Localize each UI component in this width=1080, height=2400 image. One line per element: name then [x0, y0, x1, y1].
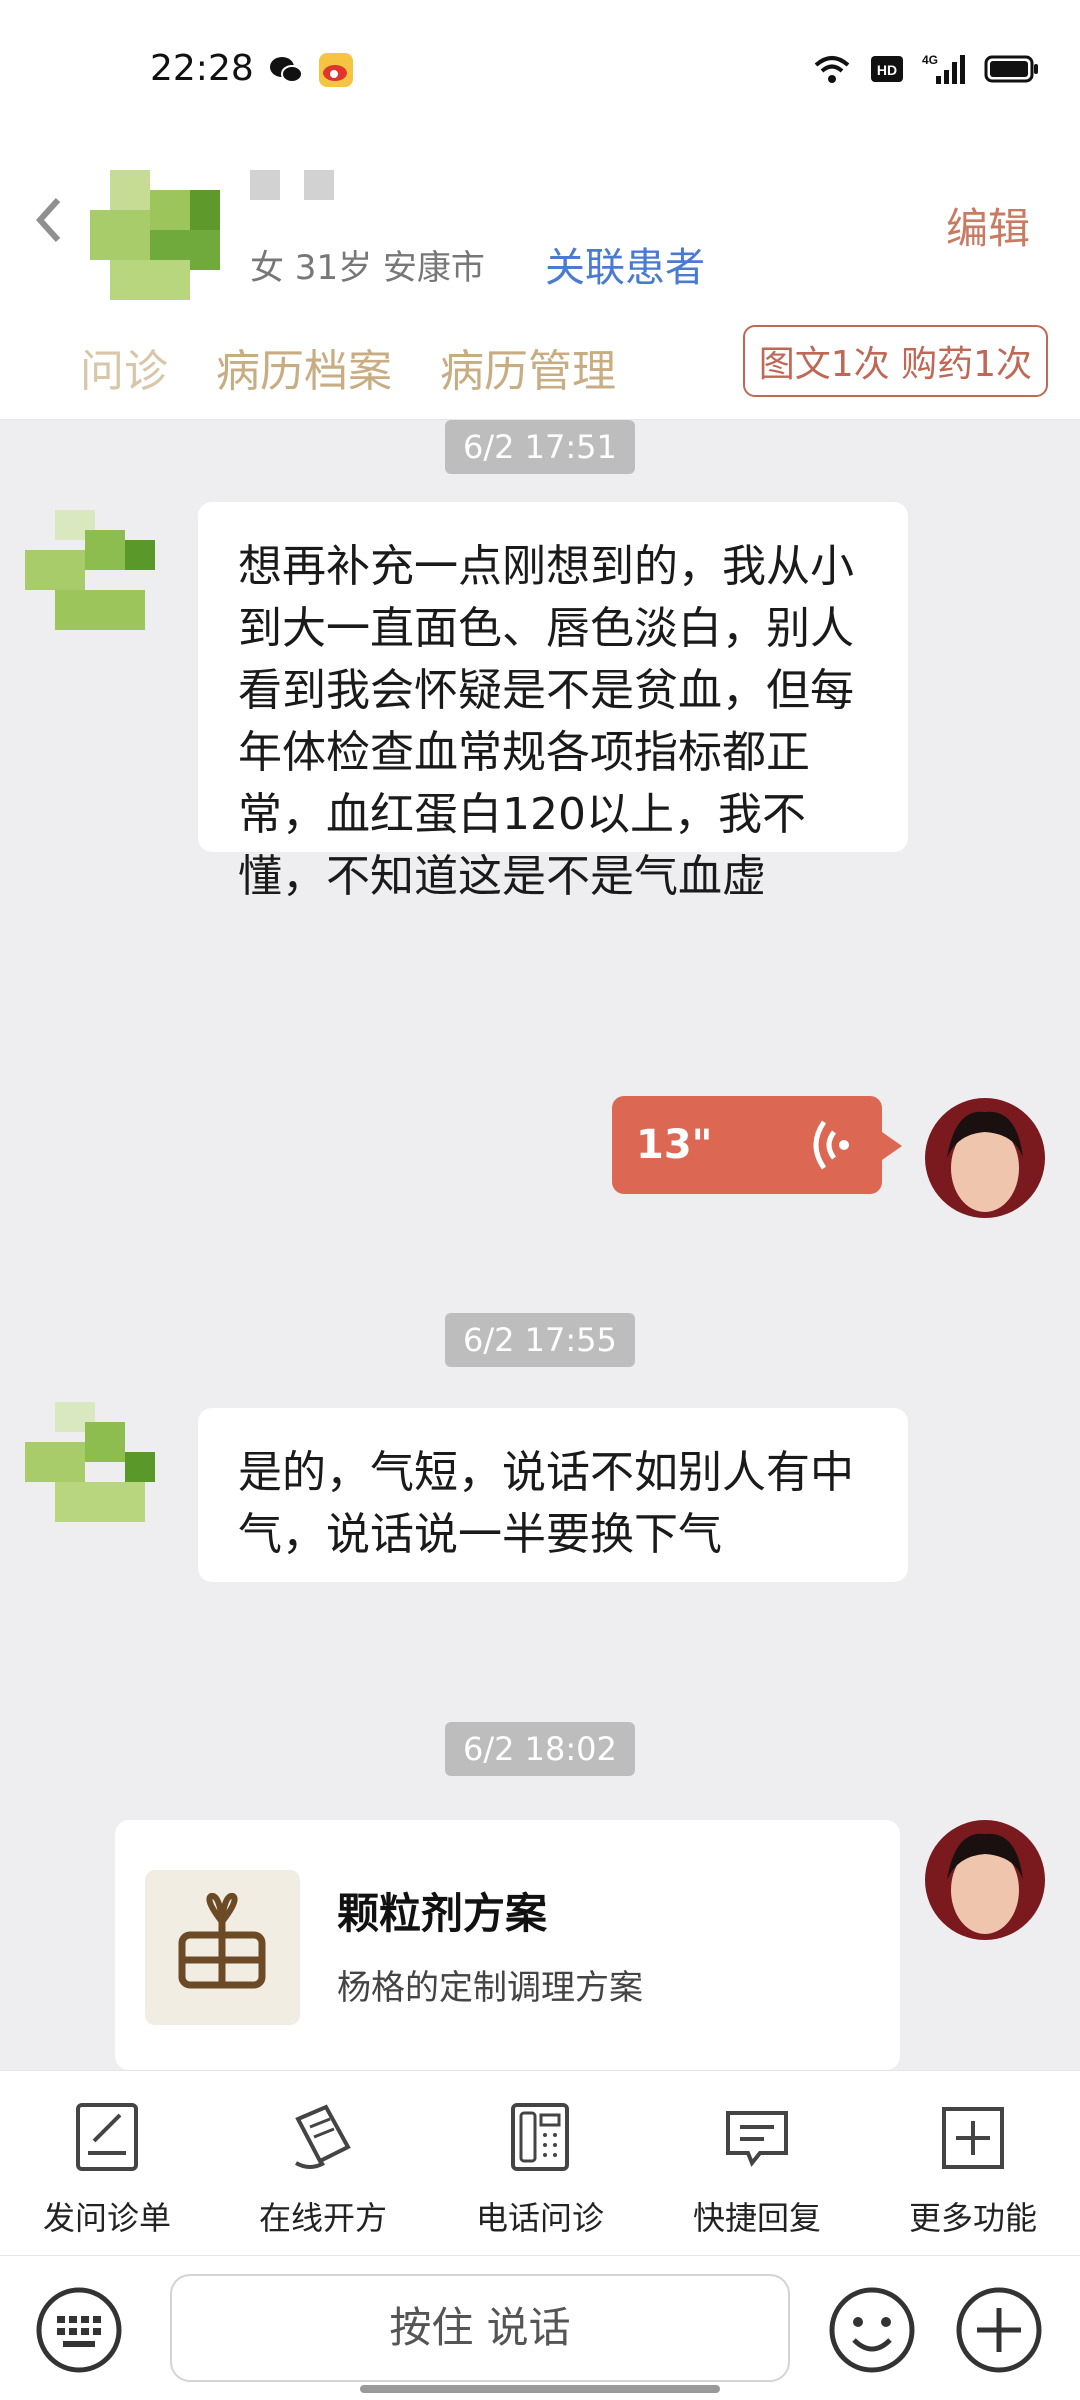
signal-icon: 4G: [922, 53, 965, 84]
function-toolbar: 发问诊单 在线开方 电话问诊 快捷回复 更多功能: [0, 2070, 1080, 2255]
quick-reply-icon: [726, 2111, 788, 2167]
tab-consult-label: 问诊: [80, 346, 168, 397]
network-label: 4G: [922, 53, 938, 67]
hd-icon: HD: [871, 56, 903, 82]
edit-button[interactable]: 编辑: [946, 195, 1030, 256]
patient-message-avatar[interactable]: [25, 1402, 165, 1542]
tab-record-management[interactable]: 病历管理: [440, 335, 616, 399]
svg-text:HD: HD: [877, 62, 897, 78]
message-bubble: 是的，气短，说话不如别人有中气，说话说一半要换下气: [198, 1408, 908, 1582]
link-patient-button[interactable]: 关联患者: [545, 235, 705, 293]
timestamp: 6/2 17:55: [445, 1313, 635, 1367]
voice-duration: 13": [636, 1122, 713, 1168]
tab-medical-record[interactable]: 病历档案: [216, 335, 392, 399]
message-text: 想再补充一点刚想到的，我从小到大一直面色、唇色淡白，别人看到我会怀疑是不是贫血，…: [238, 541, 854, 902]
tool-label: 在线开方: [258, 2199, 387, 2237]
online-prescription-button[interactable]: 在线开方: [243, 2101, 403, 2239]
patient-avatar[interactable]: [90, 170, 230, 310]
hold-to-talk-button[interactable]: 按住 说话: [170, 2274, 790, 2382]
message-bubble: 想再补充一点刚想到的，我从小到大一直面色、唇色淡白，别人看到我会怀疑是不是贫血，…: [198, 502, 908, 902]
form-edit-icon: [76, 2103, 138, 2171]
tool-label: 更多功能: [908, 2199, 1037, 2237]
battery-icon: [984, 55, 1038, 83]
prescription-card[interactable]: 颗粒剂方案 杨格的定制调理方案: [115, 1820, 900, 2070]
status-bar: 22:28 HD 4G: [0, 0, 1080, 130]
phone-consult-button[interactable]: 电话问诊: [460, 2101, 620, 2239]
tool-label: 发问诊单: [42, 2199, 171, 2237]
header-tabs: 问诊 病历档案 病历管理: [80, 335, 616, 399]
status-time: 22:28: [150, 48, 254, 89]
patient-message-avatar[interactable]: [25, 510, 165, 650]
wifi-icon: [814, 56, 850, 83]
add-icon[interactable]: [955, 2286, 1043, 2374]
doctor-avatar[interactable]: [925, 1098, 1045, 1218]
emoji-icon[interactable]: [828, 2286, 916, 2374]
tool-label: 电话问诊: [475, 2199, 604, 2237]
send-questionnaire-button[interactable]: 发问诊单: [27, 2101, 187, 2239]
service-count-badge[interactable]: 图文1次 购药1次: [742, 325, 1048, 397]
phone-icon: [511, 2103, 569, 2171]
voice-message[interactable]: 13": [612, 1096, 902, 1194]
plus-square-icon: [942, 2107, 1004, 2169]
granule-gift-icon: [145, 1870, 300, 2025]
timestamp: 6/2 18:02: [445, 1722, 635, 1776]
back-icon[interactable]: [30, 190, 70, 250]
prescription-icon: [295, 2104, 351, 2169]
tab-consult[interactable]: 问诊: [80, 335, 168, 399]
card-title: 颗粒剂方案: [337, 1889, 548, 1938]
keyboard-icon[interactable]: [35, 2286, 123, 2374]
patient-name-blurred: [250, 170, 334, 200]
chat-area[interactable]: 6/2 17:51 想再补充一点刚想到的，我从小到大一直面色、唇色淡白，别人看到…: [0, 420, 1080, 2070]
message-text: 是的，气短，说话不如别人有中气，说话说一半要换下气: [238, 1447, 854, 1560]
card-subtitle: 杨格的定制调理方案: [337, 1968, 643, 2008]
home-indicator[interactable]: [360, 2385, 720, 2393]
doctor-avatar[interactable]: [925, 1820, 1045, 1940]
weibo-icon: [319, 53, 353, 87]
input-bar: 按住 说话: [0, 2255, 1080, 2400]
quick-reply-button[interactable]: 快捷回复: [677, 2101, 837, 2239]
status-icons: HD 4G: [812, 52, 1040, 86]
chat-header: 女 31岁 安康市 关联患者 编辑 问诊 病历档案 病历管理 图文1次 购药1次: [0, 130, 1080, 420]
patient-info: 女 31岁 安康市: [250, 248, 485, 288]
tool-label: 快捷回复: [692, 2199, 821, 2237]
more-functions-button[interactable]: 更多功能: [893, 2101, 1053, 2239]
wechat-icon: [270, 57, 303, 83]
voice-wave-icon: [813, 1120, 849, 1170]
timestamp: 6/2 17:51: [445, 420, 635, 474]
